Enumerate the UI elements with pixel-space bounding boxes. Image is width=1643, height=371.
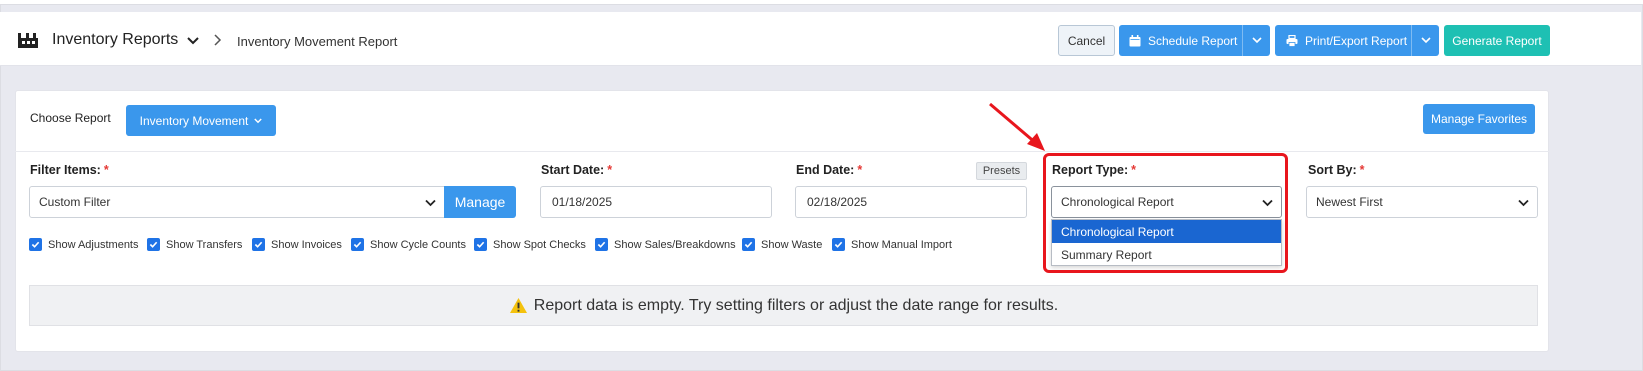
chevron-down-icon (1420, 37, 1431, 44)
cancel-label: Cancel (1067, 33, 1106, 48)
empty-report-message: Report data is empty. Try setting filter… (29, 285, 1538, 326)
start-date-value: 01/18/2025 (552, 195, 613, 209)
print-export-button[interactable]: Print/Export Report (1275, 25, 1439, 56)
chevron-down-icon[interactable] (187, 36, 199, 46)
schedule-report-label: Schedule Report (1148, 33, 1238, 48)
checkbox-show-cycle-counts[interactable]: Show Cycle Counts (351, 238, 466, 251)
chevron-down-icon (1251, 37, 1262, 44)
choose-report-value: Inventory Movement (139, 113, 249, 128)
checkbox-checked-icon[interactable] (832, 238, 845, 251)
cancel-button[interactable]: Cancel (1058, 25, 1115, 56)
checkbox-show-waste[interactable]: Show Waste (742, 238, 822, 251)
checkbox-label: Show Transfers (166, 238, 243, 251)
schedule-dropdown-toggle[interactable] (1242, 25, 1270, 56)
print-export-dropdown-toggle[interactable] (1411, 25, 1439, 56)
checkbox-checked-icon[interactable] (351, 238, 364, 251)
annotation-arrow-icon (989, 102, 1045, 151)
generate-report-button[interactable]: Generate Report (1444, 25, 1550, 56)
breadcrumb: Inventory Movement Report (237, 34, 398, 49)
checkbox-label: Show Spot Checks (493, 238, 586, 251)
checkbox-checked-icon[interactable] (29, 238, 42, 251)
checkbox-label: Show Adjustments (48, 238, 139, 251)
checkbox-show-invoices[interactable]: Show Invoices (252, 238, 342, 251)
checkbox-show-adjustments[interactable]: Show Adjustments (29, 238, 139, 251)
checkbox-show-sales-breakdowns[interactable]: Show Sales/Breakdowns (595, 238, 736, 251)
end-date-label: End Date: * (796, 163, 863, 177)
checkbox-label: Show Waste (761, 238, 823, 251)
end-date-input[interactable]: 02/18/2025 (795, 186, 1027, 218)
start-date-input[interactable]: 01/18/2025 (540, 186, 772, 218)
filter-items-value: Custom Filter (39, 195, 111, 209)
choose-report-label: Choose Report (30, 111, 111, 125)
checkbox-checked-icon[interactable] (742, 238, 755, 251)
filter-items-select[interactable]: Custom Filter (29, 186, 445, 218)
presets-button[interactable]: Presets (976, 162, 1027, 180)
print-export-label: Print/Export Report (1305, 33, 1408, 48)
choose-report-dropdown[interactable]: Inventory Movement (126, 105, 276, 136)
start-date-label: Start Date: * (541, 163, 613, 177)
chevron-right-icon (214, 34, 222, 46)
calendar-icon (1129, 34, 1141, 46)
filter-items-label: Filter Items: * (30, 163, 109, 177)
checkbox-checked-icon[interactable] (595, 238, 608, 251)
checkbox-checked-icon[interactable] (474, 238, 487, 251)
manage-favorites-label: Manage Favorites (1430, 112, 1528, 126)
schedule-report-button[interactable]: Schedule Report (1119, 25, 1270, 56)
checkbox-show-manual-import[interactable]: Show Manual Import (832, 238, 952, 251)
sort-by-label: Sort By: * (1308, 163, 1365, 177)
checkbox-show-transfers[interactable]: Show Transfers (147, 238, 242, 251)
generate-report-label: Generate Report (1452, 33, 1542, 48)
warning-icon (509, 297, 527, 314)
sort-by-value: Newest First (1316, 195, 1383, 209)
printer-icon (1286, 34, 1298, 47)
empty-message-text: Report data is empty. Try setting filter… (533, 296, 1059, 314)
panel-divider (15, 151, 1549, 152)
highlight-box (1043, 153, 1288, 273)
chevron-down-icon (425, 199, 436, 207)
manage-filter-label: Manage (454, 194, 506, 210)
checkbox-show-spot-checks[interactable]: Show Spot Checks (474, 238, 586, 251)
checkbox-label: Show Invoices (271, 238, 342, 251)
end-date-value: 02/18/2025 (807, 195, 868, 209)
manage-favorites-button[interactable]: Manage Favorites (1423, 104, 1535, 134)
checkbox-label: Show Cycle Counts (370, 238, 466, 251)
checkbox-label: Show Manual Import (851, 238, 952, 251)
factory-icon (18, 33, 38, 48)
sort-by-select[interactable]: Newest First (1306, 186, 1538, 218)
page-title[interactable]: Inventory Reports (52, 31, 178, 49)
manage-filter-button[interactable]: Manage (444, 186, 516, 218)
checkbox-checked-icon[interactable] (147, 238, 160, 251)
presets-label: Presets (982, 165, 1021, 177)
chevron-down-icon (1518, 199, 1529, 207)
checkbox-checked-icon[interactable] (252, 238, 265, 251)
checkbox-label: Show Sales/Breakdowns (614, 238, 736, 251)
chevron-down-icon (254, 117, 263, 123)
